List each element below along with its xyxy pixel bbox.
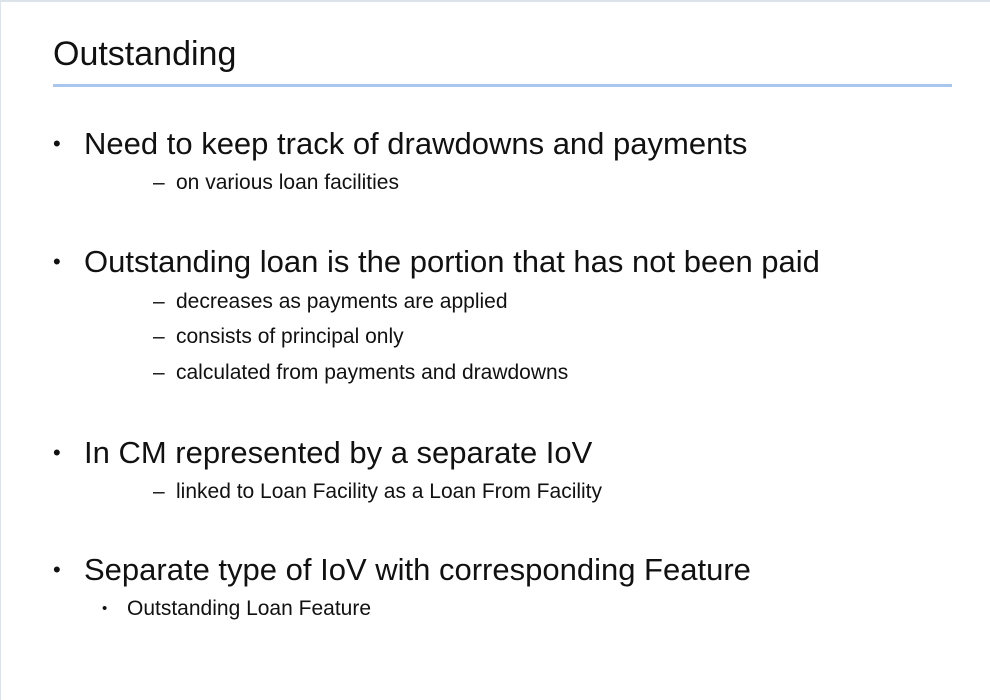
bullet-text: Outstanding loan is the portion that has… — [84, 244, 820, 279]
bullet-text: In CM represented by a separate IoV — [84, 435, 593, 470]
sub-bullet-marker: – — [153, 325, 165, 348]
sub-bullet-item: – consists of principal only — [153, 324, 404, 350]
bullet-item: • Separate type of IoV with corresponding… — [53, 552, 751, 588]
sub-bullet-text: calculated from payments and drawdowns — [176, 361, 569, 384]
slide: Outstanding • Need to keep track of drawd… — [0, 0, 990, 700]
sub-bullet-text: linked to Loan Facility as a Loan From F… — [176, 480, 603, 503]
bullet-item: • In CM represented by a separate IoV — [53, 435, 592, 471]
sub-bullet-text: on various loan facilities — [176, 171, 399, 194]
bullet-text: Separate type of IoV with corresponding … — [84, 552, 751, 587]
sub-bullet-text: decreases as payments are applied — [176, 290, 508, 313]
sub-bullet-marker: – — [153, 361, 165, 384]
slide-title: Outstanding — [53, 35, 237, 73]
sub-bullet-text: Outstanding Loan Feature — [127, 597, 372, 620]
sub-bullet-marker: – — [153, 290, 165, 313]
sub-bullet-marker: – — [153, 171, 165, 194]
sub-bullet-marker: – — [153, 480, 165, 503]
bullet-marker: • — [53, 131, 61, 156]
bullet-marker: • — [53, 440, 61, 465]
sub-bullet-item: – on various loan facilities — [153, 170, 399, 196]
sub-bullet-item: – calculated from payments and drawdowns — [153, 360, 568, 386]
sub-bullet-text: consists of principal only — [176, 325, 404, 348]
sub-bullet-item: – linked to Loan Facility as a Loan From … — [153, 479, 602, 505]
sub-bullet-item: • Outstanding Loan Feature — [102, 596, 371, 622]
bullet-item: • Outstanding loan is the portion that ha… — [53, 244, 820, 280]
sub-bullet-item: – decreases as payments are applied — [153, 289, 508, 315]
bullet-marker: • — [53, 249, 61, 274]
bullet-text: Need to keep track of drawdowns and paym… — [84, 126, 748, 161]
bullet-item: • Need to keep track of drawdowns and pay… — [53, 126, 747, 162]
title-underline — [53, 84, 952, 87]
bullet-marker: • — [53, 557, 61, 582]
sub-bullet-marker: • — [102, 600, 108, 617]
